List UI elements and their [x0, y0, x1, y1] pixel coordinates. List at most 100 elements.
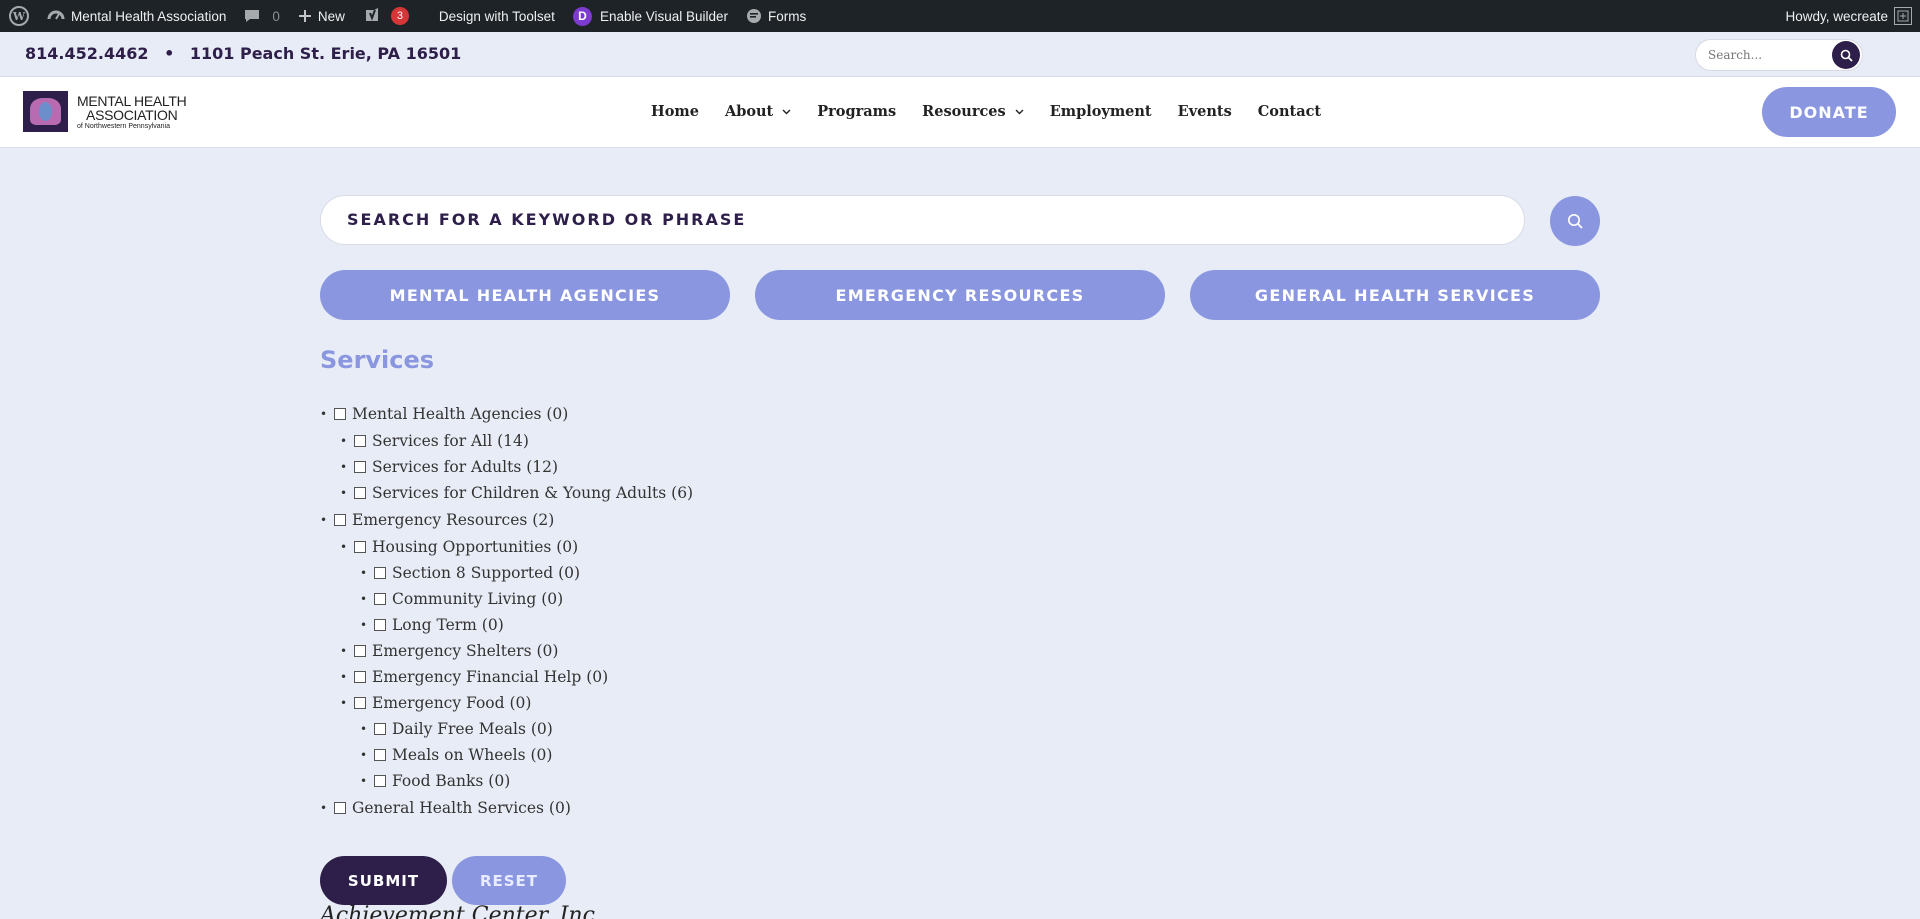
service-label: Mental Health Agencies (0)	[352, 405, 569, 423]
service-label: Services for Adults (12)	[372, 458, 559, 476]
nav-label: Events	[1177, 103, 1232, 120]
service-checkbox[interactable]	[354, 645, 366, 657]
bullet-icon: •	[320, 407, 328, 421]
site-name-link[interactable]: Mental Health Association	[38, 0, 235, 32]
bullet-icon: •	[340, 644, 348, 658]
main-nav: Home About Programs Resources Employment…	[651, 103, 1347, 120]
address: 1101 Peach St. Erie, PA 16501	[189, 44, 462, 63]
service-label: Housing Opportunities (0)	[372, 538, 579, 556]
wp-admin-bar: W Mental Health Association 0 New 3 Desi…	[0, 0, 1920, 32]
wordpress-logo-menu[interactable]: W	[0, 0, 38, 32]
keyword-search-input[interactable]	[347, 210, 1447, 229]
services-heading: Services	[320, 346, 435, 374]
keyword-search-field	[320, 195, 1525, 245]
service-checkbox[interactable]	[374, 775, 386, 787]
nav-label: Employment	[1049, 103, 1152, 120]
service-checkbox[interactable]	[354, 541, 366, 553]
service-label: Long Term (0)	[392, 616, 504, 634]
service-checkbox[interactable]	[354, 487, 366, 499]
chevron-down-icon	[1015, 109, 1024, 115]
service-checkbox[interactable]	[334, 408, 346, 420]
site-header: MENTAL HEALTH ASSOCIATION of Northwester…	[0, 77, 1920, 148]
bullet-icon: •	[340, 434, 348, 448]
nav-label: Contact	[1257, 103, 1322, 120]
divi-visual-builder-link[interactable]: D Enable Visual Builder	[564, 0, 737, 32]
comments-count: 0	[272, 8, 280, 24]
service-label: Meals on Wheels (0)	[392, 746, 553, 764]
nav-events[interactable]: Events	[1178, 103, 1232, 120]
chevron-down-icon	[782, 109, 791, 115]
header-search-button[interactable]	[1832, 41, 1860, 69]
service-label: General Health Services (0)	[352, 799, 571, 817]
site-name-label: Mental Health Association	[71, 8, 227, 24]
plus-icon	[298, 9, 312, 23]
nav-about[interactable]: About	[725, 103, 791, 120]
bullet-icon: •	[360, 774, 368, 788]
reset-button[interactable]: RESET	[452, 856, 566, 905]
nav-resources[interactable]: Resources	[922, 103, 1024, 120]
emergency-resources-button[interactable]: EMERGENCY RESOURCES	[755, 270, 1165, 320]
service-checkbox[interactable]	[354, 435, 366, 447]
forms-label: Forms	[768, 8, 807, 24]
service-label: Food Banks (0)	[392, 772, 511, 790]
service-label: Emergency Financial Help (0)	[372, 668, 609, 686]
service-checkbox[interactable]	[354, 697, 366, 709]
service-checkbox[interactable]	[374, 593, 386, 605]
service-checkbox[interactable]	[334, 514, 346, 526]
logo-line-3: of Northwestern Pennsylvania	[77, 122, 170, 130]
keyword-search-button[interactable]	[1550, 196, 1600, 246]
nav-home[interactable]: Home	[651, 103, 699, 120]
bullet-icon: •	[320, 801, 328, 815]
service-label: Emergency Food (0)	[372, 694, 532, 712]
list-item: • Mental Health Agencies (0) • Services fo…	[320, 400, 693, 506]
toolset-link[interactable]: Design with Toolset	[418, 0, 564, 32]
service-checkbox[interactable]	[374, 619, 386, 631]
service-checkbox[interactable]	[374, 723, 386, 735]
yoast-seo-menu[interactable]: 3	[354, 0, 418, 32]
my-account-menu[interactable]: Howdy, wecreate	[1785, 7, 1920, 25]
avatar-icon	[1894, 7, 1912, 25]
comments-link[interactable]: 0	[235, 0, 289, 32]
service-label: Emergency Resources (2)	[352, 511, 555, 529]
phone-number[interactable]: 814.452.4462	[25, 44, 148, 63]
bullet-icon: •	[320, 513, 328, 527]
service-label: Emergency Shelters (0)	[372, 642, 559, 660]
new-content-menu[interactable]: New	[289, 0, 354, 32]
divi-icon: D	[572, 6, 592, 26]
service-checkbox[interactable]	[354, 461, 366, 473]
service-label: Services for Children & Young Adults (6)	[372, 484, 694, 502]
logo-text: MENTAL HEALTH ASSOCIATION of Northwester…	[77, 92, 187, 130]
service-label: Daily Free Meals (0)	[392, 720, 553, 738]
logo-mark-icon	[23, 91, 68, 132]
header-search-form	[1695, 39, 1863, 71]
bullet-icon: •	[340, 670, 348, 684]
donate-button[interactable]: DONATE	[1762, 87, 1896, 137]
bullet-icon: •	[340, 486, 348, 500]
nav-employment[interactable]: Employment	[1050, 103, 1152, 120]
bullet-icon: •	[360, 748, 368, 762]
bullet-icon: •	[360, 592, 368, 606]
dashboard-icon	[47, 7, 65, 25]
service-label: Services for All (14)	[372, 432, 529, 450]
nav-contact[interactable]: Contact	[1258, 103, 1321, 120]
service-checkbox[interactable]	[334, 802, 346, 814]
nav-label: Programs	[817, 103, 897, 120]
logo-line-1: MENTAL HEALTH	[77, 92, 187, 109]
top-info-bar: 814.452.4462 • 1101 Peach St. Erie, PA 1…	[0, 32, 1920, 77]
submit-button[interactable]: SUBMIT	[320, 856, 447, 905]
general-health-services-button[interactable]: GENERAL HEALTH SERVICES	[1190, 270, 1600, 320]
bullet-icon: •	[340, 540, 348, 554]
service-checkbox[interactable]	[354, 671, 366, 683]
service-checkbox[interactable]	[374, 567, 386, 579]
result-title[interactable]: Achievement Center, Inc	[320, 903, 595, 919]
comment-icon	[244, 8, 260, 24]
new-label: New	[317, 8, 345, 24]
search-icon	[1840, 49, 1853, 62]
site-logo[interactable]: MENTAL HEALTH ASSOCIATION of Northwester…	[23, 91, 187, 132]
mental-health-agencies-button[interactable]: MENTAL HEALTH AGENCIES	[320, 270, 730, 320]
nav-programs[interactable]: Programs	[817, 103, 896, 120]
forms-menu[interactable]: Forms	[737, 0, 815, 32]
bullet-icon: •	[340, 696, 348, 710]
header-search-input[interactable]	[1708, 48, 1828, 62]
service-checkbox[interactable]	[374, 749, 386, 761]
